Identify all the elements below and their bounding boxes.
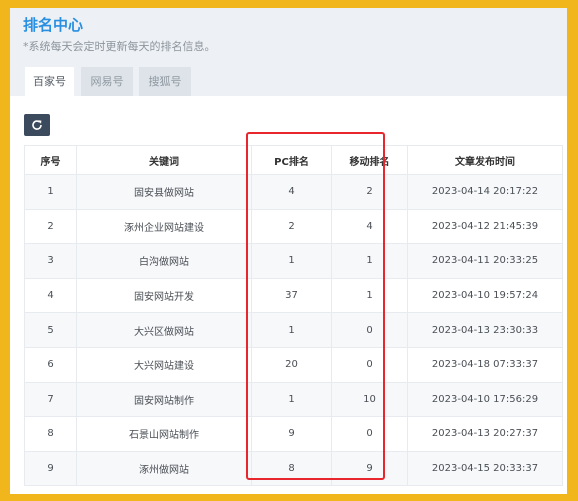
col-header-index: 序号	[24, 145, 77, 175]
tab-souhuhao[interactable]: 搜狐号	[139, 67, 191, 96]
ranking-panel: 排名中心 *系统每天会定时更新每天的排名信息。 百家号 网易号 搜狐号 序号 关…	[10, 8, 567, 494]
cell-keyword: 固安网站开发	[76, 277, 252, 314]
refresh-button[interactable]	[24, 114, 50, 136]
cell-publish-time: 2023-04-10 19:57:24	[407, 277, 563, 314]
cell-publish-time: 2023-04-11 20:33:25	[407, 243, 563, 279]
cell-pc-rank: 8	[251, 450, 332, 487]
cell-index: 6	[24, 346, 77, 383]
cell-pc-rank: 20	[251, 346, 332, 383]
table-row: 3 白沟做网站 1 1 2023-04-11 20:33:25	[24, 243, 563, 279]
cell-pc-rank: 4	[251, 174, 332, 210]
cell-publish-time: 2023-04-10 17:56:29	[407, 381, 563, 418]
cell-mobile-rank: 9	[331, 450, 408, 487]
col-header-keyword: 关键词	[76, 145, 252, 175]
cell-pc-rank: 1	[251, 312, 332, 348]
table-row: 6 大兴网站建设 20 0 2023-04-18 07:33:37	[24, 346, 563, 383]
cell-mobile-rank: 0	[331, 346, 408, 383]
cell-keyword: 白沟做网站	[76, 243, 252, 279]
cell-mobile-rank: 1	[331, 277, 408, 314]
cell-index: 2	[24, 208, 77, 245]
page-subtitle: *系统每天会定时更新每天的排名信息。	[23, 40, 216, 53]
cell-mobile-rank: 0	[331, 312, 408, 348]
table-row: 2 涿州企业网站建设 2 4 2023-04-12 21:45:39	[24, 208, 563, 245]
cell-mobile-rank: 0	[331, 416, 408, 452]
cell-index: 9	[24, 450, 77, 487]
cell-pc-rank: 1	[251, 381, 332, 418]
table-row: 7 固安网站制作 1 10 2023-04-10 17:56:29	[24, 381, 563, 418]
col-header-mobile-rank: 移动排名	[331, 145, 408, 175]
cell-keyword: 涿州企业网站建设	[76, 208, 252, 245]
cell-index: 7	[24, 381, 77, 418]
cell-mobile-rank: 4	[331, 208, 408, 245]
cell-index: 4	[24, 277, 77, 314]
col-header-publish-time: 文章发布时间	[407, 145, 563, 175]
cell-keyword: 涿州做网站	[76, 450, 252, 487]
cell-publish-time: 2023-04-13 23:30:33	[407, 312, 563, 348]
cell-index: 5	[24, 312, 77, 348]
table-header-row: 序号 关键词 PC排名 移动排名 文章发布时间	[24, 145, 563, 175]
panel-header: 排名中心 *系统每天会定时更新每天的排名信息。 百家号 网易号 搜狐号	[10, 8, 567, 96]
cell-mobile-rank: 2	[331, 174, 408, 210]
cell-pc-rank: 9	[251, 416, 332, 452]
table-row: 5 大兴区做网站 1 0 2023-04-13 23:30:33	[24, 312, 563, 348]
cell-keyword: 固安县做网站	[76, 174, 252, 210]
ranking-table: 序号 关键词 PC排名 移动排名 文章发布时间 1 固安县做网站 4 2 202…	[24, 145, 563, 487]
refresh-icon	[32, 120, 42, 130]
page-title: 排名中心	[23, 16, 84, 34]
table-row: 8 石景山网站制作 9 0 2023-04-13 20:27:37	[24, 416, 563, 452]
col-header-pc-rank: PC排名	[251, 145, 332, 175]
cell-publish-time: 2023-04-14 20:17:22	[407, 174, 563, 210]
cell-keyword: 固安网站制作	[76, 381, 252, 418]
cell-mobile-rank: 1	[331, 243, 408, 279]
cell-keyword: 大兴网站建设	[76, 346, 252, 383]
cell-publish-time: 2023-04-18 07:33:37	[407, 346, 563, 383]
cell-index: 1	[24, 174, 77, 210]
cell-pc-rank: 1	[251, 243, 332, 279]
table-row: 9 涿州做网站 8 9 2023-04-15 20:33:37	[24, 450, 563, 487]
cell-keyword: 大兴区做网站	[76, 312, 252, 348]
tab-baijiahao[interactable]: 百家号	[25, 67, 74, 96]
table-row: 4 固安网站开发 37 1 2023-04-10 19:57:24	[24, 277, 563, 314]
cell-publish-time: 2023-04-15 20:33:37	[407, 450, 563, 487]
cell-index: 3	[24, 243, 77, 279]
cell-publish-time: 2023-04-12 21:45:39	[407, 208, 563, 245]
cell-index: 8	[24, 416, 77, 452]
cell-pc-rank: 2	[251, 208, 332, 245]
cell-pc-rank: 37	[251, 277, 332, 314]
cell-publish-time: 2023-04-13 20:27:37	[407, 416, 563, 452]
table-row: 1 固安县做网站 4 2 2023-04-14 20:17:22	[24, 174, 563, 210]
tab-wangyihao[interactable]: 网易号	[81, 67, 133, 96]
cell-keyword: 石景山网站制作	[76, 416, 252, 452]
cell-mobile-rank: 10	[331, 381, 408, 418]
